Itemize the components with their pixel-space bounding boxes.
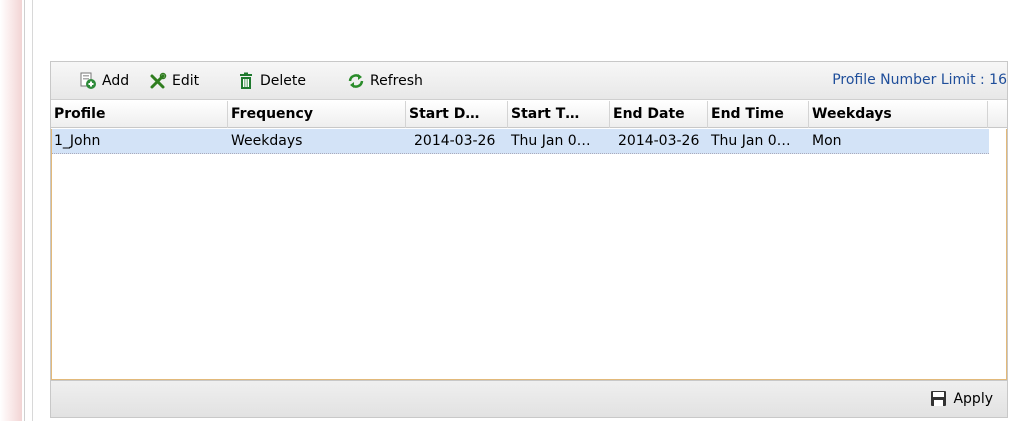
column-header-weekdays[interactable]: Weekdays [809,101,988,128]
schedule-profile-panel: Add Edit Delete Refresh Profile Number L… [50,61,1008,418]
column-header-start-time[interactable]: Start T… [508,101,610,128]
left-decor-strip [0,0,22,421]
cell-weekdays: Mon [812,133,842,149]
left-divider-inner [32,0,33,421]
cell-end-date: 2014-03-26 [618,133,700,149]
toolbar: Add Edit Delete Refresh Profile Number L… [51,62,1007,100]
apply-label: Apply [953,390,993,407]
left-divider [24,0,25,421]
column-header-profile[interactable]: Profile [51,101,228,128]
refresh-icon [348,74,364,88]
edit-label: Edit [172,73,200,89]
add-icon [80,72,96,89]
cell-end-time: Thu Jan 0… [711,133,791,149]
refresh-button[interactable]: Refresh [347,71,423,91]
column-header-frequency[interactable]: Frequency [228,101,406,128]
footer-bar: Apply [51,380,1007,417]
cell-profile: 1_John [54,133,101,149]
save-icon [931,391,947,406]
table-body: 1_John Weekdays 2014-03-26 Thu Jan 0… 20… [51,129,1007,380]
cell-start-date: 2014-03-26 [414,133,496,149]
wrench-icon [150,72,167,89]
cell-frequency: Weekdays [231,133,303,149]
column-header-end-date[interactable]: End Date [610,101,708,128]
delete-button[interactable]: Delete [237,71,306,91]
profile-number-limit: Profile Number Limit : 16 [832,72,1007,88]
add-button[interactable]: Add [79,71,129,91]
trash-icon [240,72,252,89]
refresh-label: Refresh [370,73,423,89]
column-header-start-date[interactable]: Start D… [406,101,508,128]
table-header: Profile Frequency Start D… Start T… End … [51,101,1007,128]
add-label: Add [102,73,130,89]
table-row[interactable]: 1_John Weekdays 2014-03-26 Thu Jan 0… 20… [52,129,989,154]
edit-button[interactable]: Edit [149,71,199,91]
cell-start-time: Thu Jan 0… [511,133,591,149]
column-header-end-time[interactable]: End Time [708,101,809,128]
delete-label: Delete [260,73,306,89]
apply-button[interactable]: Apply [930,390,993,407]
